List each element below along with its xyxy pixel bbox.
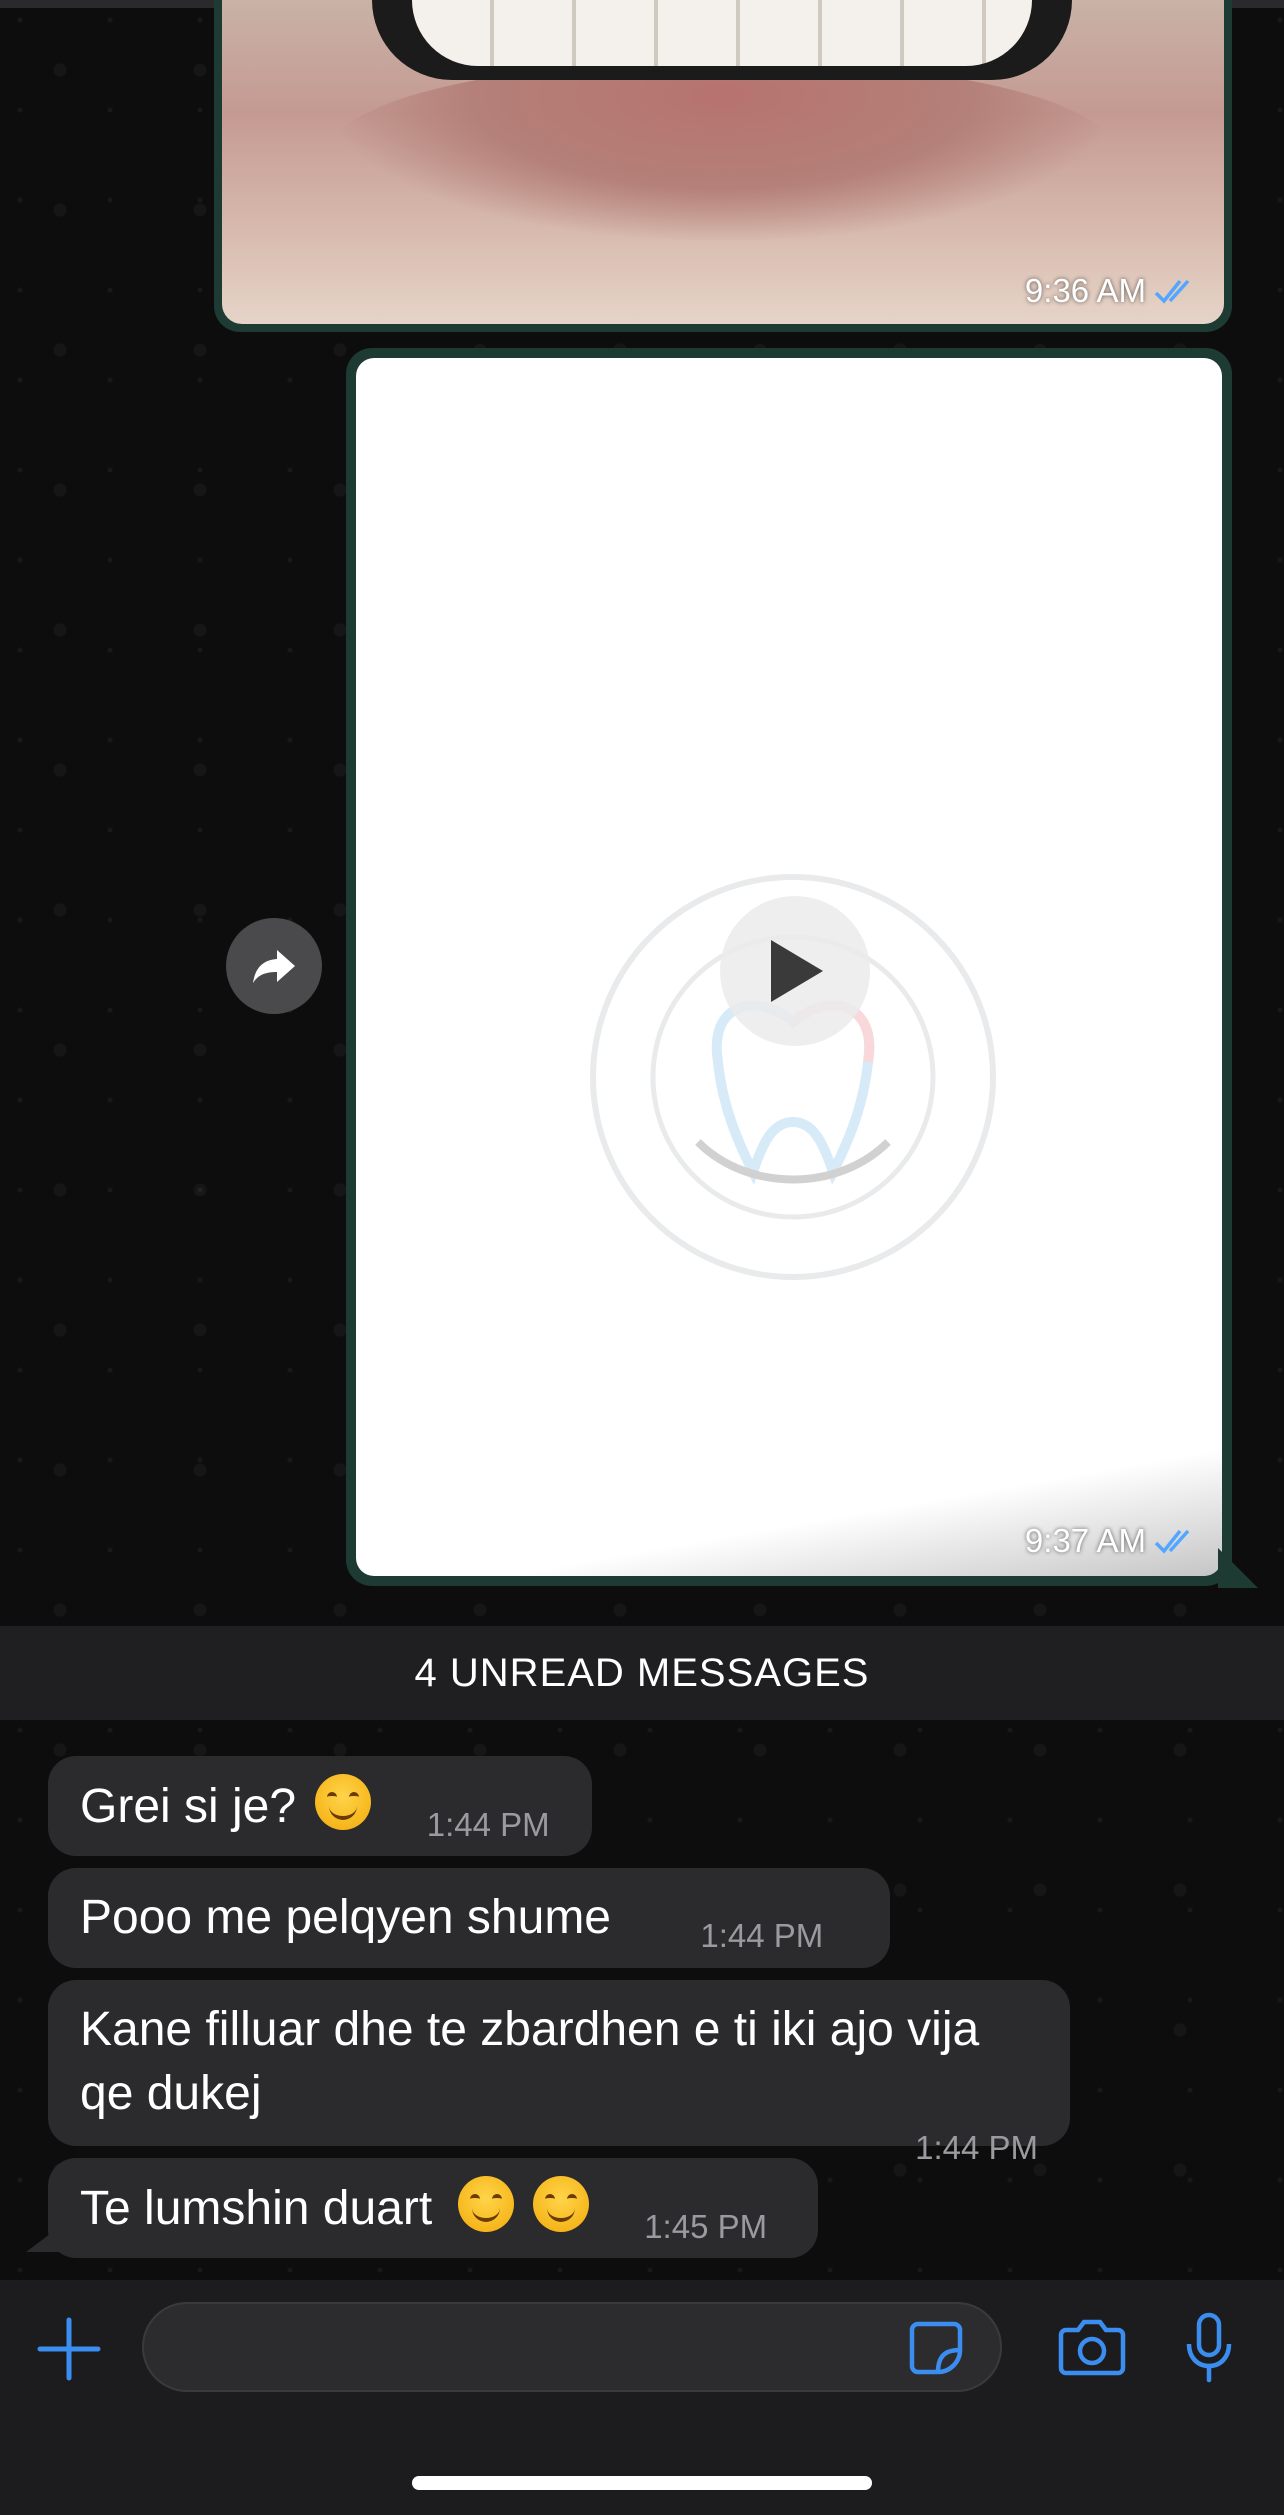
- teeth: [412, 0, 1032, 66]
- message-time: 9:37 AM: [1024, 1522, 1146, 1559]
- incoming-message[interactable]: Kane filluar dhe te zbardhen e ti iki aj…: [48, 1980, 1070, 2166]
- image-message-bubble[interactable]: 9:36 AM: [214, 0, 1232, 332]
- home-indicator[interactable]: [412, 2476, 872, 2490]
- message-time: 9:36 AM: [1024, 272, 1146, 309]
- forward-button[interactable]: [226, 918, 322, 1014]
- lip-area: [332, 60, 1112, 240]
- message-time: 1:44 PM: [700, 1917, 824, 1954]
- incoming-message[interactable]: Te lumshin duart 1:45 PM: [48, 2158, 818, 2258]
- smiling-emoji-icon: [315, 1774, 372, 1830]
- unread-messages-label: 4 UNREAD MESSAGES: [414, 1650, 870, 1695]
- smiling-emoji-icon: [532, 2176, 589, 2232]
- message-text: Pooo me pelqyen shume: [80, 1891, 611, 1944]
- message-text: Grei si je?: [80, 1780, 297, 1833]
- read-receipt-icon: [1154, 1529, 1190, 1554]
- message-time: 1:45 PM: [644, 2208, 768, 2245]
- camera-icon[interactable]: [1058, 2316, 1126, 2378]
- play-button[interactable]: [720, 896, 870, 1046]
- video-message-meta: 9:37 AM: [1025, 1522, 1198, 1560]
- message-time: 1:44 PM: [426, 1806, 550, 1843]
- sticker-icon[interactable]: [908, 2320, 964, 2376]
- incoming-message[interactable]: Pooo me pelqyen shume 1:44 PM: [48, 1868, 890, 1968]
- message-text: Kane filluar dhe te zbardhen e ti iki aj…: [80, 2003, 980, 2120]
- forward-arrow-icon: [253, 950, 295, 983]
- message-input[interactable]: [142, 2302, 1002, 2392]
- photo-teeth-smile[interactable]: 9:36 AM: [222, 0, 1224, 324]
- smiling-emoji-icon: [457, 2176, 514, 2232]
- image-message-meta: 9:36 AM: [1025, 272, 1198, 310]
- video-message-bubble[interactable]: 9:37 AM: [346, 348, 1232, 1586]
- play-icon: [771, 940, 823, 1002]
- microphone-icon[interactable]: [1184, 2312, 1234, 2384]
- plus-icon[interactable]: [36, 2316, 102, 2382]
- message-text: Te lumshin duart: [80, 2182, 433, 2235]
- video-thumbnail[interactable]: 9:37 AM: [356, 358, 1222, 1576]
- unread-messages-banner: 4 UNREAD MESSAGES: [0, 1626, 1284, 1720]
- incoming-message[interactable]: Grei si je? 1:44 PM: [48, 1756, 592, 1856]
- read-receipt-icon: [1154, 279, 1190, 304]
